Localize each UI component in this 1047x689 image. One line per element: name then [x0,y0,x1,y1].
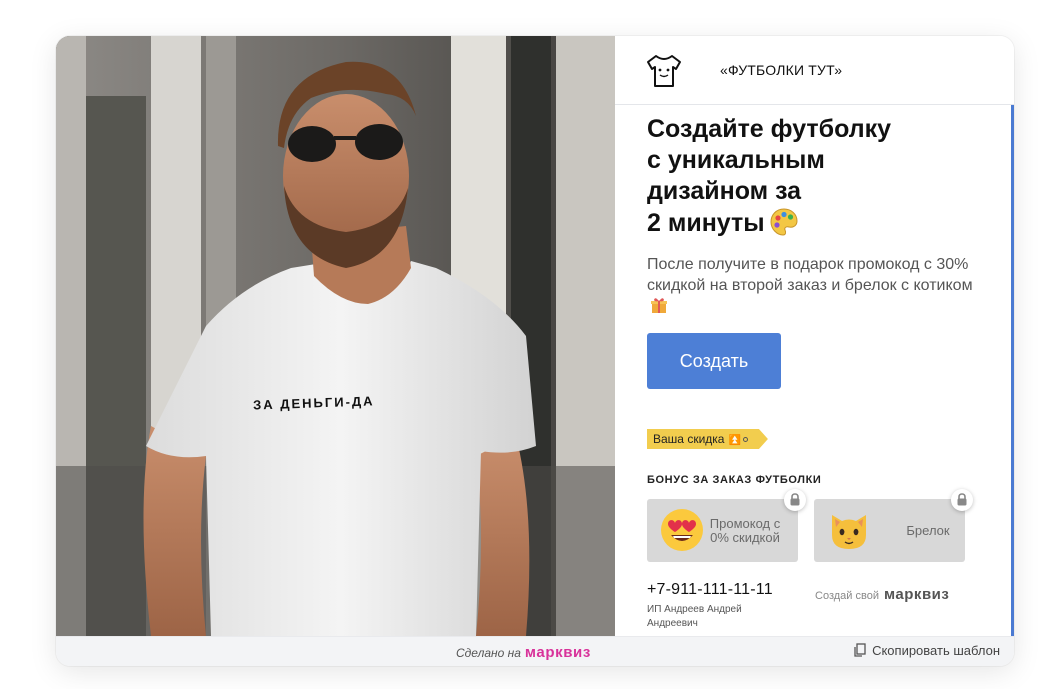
owner-name: ИП Андреев Андрей Андреевич [647,604,742,629]
lock-icon [784,489,806,511]
marquiz-logo: марквиз [884,586,950,603]
headline-line: 2 минуты [647,209,765,237]
discount-badge-label: Ваша скидка [653,432,725,446]
bonus-card-label: Промокод с 0% скидкой [699,517,791,545]
copy-icon [854,643,866,660]
bonus-card-keychain[interactable]: Брелок [814,489,973,562]
bonus-card-label: Брелок [906,523,950,538]
header-bar: «ФУТБОЛКИ ТУТ» [615,36,1014,105]
brand-name: «ФУТБОЛКИ ТУТ» [720,62,843,78]
bonus-title: БОНУС ЗА ЗАКАЗ ФУТБОЛКИ [647,474,822,486]
create-own-link[interactable]: Создай свой марквиз [815,586,949,603]
headline-line: с уникальным [647,146,825,174]
quiz-card: ЗА ДЕНЬГИ-ДА «ФУТБОЛКИ ТУТ» Создайте фут… [56,36,1014,666]
copy-template-button[interactable]: Скопировать шаблон [854,643,1000,660]
create-button[interactable]: Создать [647,333,781,389]
dot-icon [743,437,748,442]
content-panel: «ФУТБОЛКИ ТУТ» Создайте футболку с уника… [615,36,1014,636]
marquiz-footer-logo: марквиз [524,644,591,661]
copy-template-label: Скопировать шаблон [872,643,1000,658]
gift-emoji [650,296,668,320]
man-in-tshirt-image: ЗА ДЕНЬГИ-ДА [56,36,615,636]
double-chevron-up-icon: ⏫ [728,435,741,446]
subtext-text: После получите в подарок промокод с 30% … [647,256,973,294]
subtext: После получите в подарок промокод с 30% … [647,254,987,320]
footer: Сделано на марквиз Скопировать шаблон [56,636,1014,666]
cat-emoji [826,507,872,558]
headline-line: Создайте футболку [647,115,892,143]
made-on-link[interactable]: Сделано на марквиз [456,644,591,661]
headline-line: дизайном за [647,177,802,205]
made-on-text: Сделано на [456,646,521,660]
bonus-card-label-line: 0% скидкой [710,530,780,545]
bonus-card-promocode[interactable]: Промокод с 0% скидкой [647,489,806,562]
lock-icon [951,489,973,511]
headline: Создайте футболку с уникальным дизайном … [647,114,967,245]
scrollbar[interactable] [1011,104,1014,636]
tshirt-icon [647,55,681,87]
create-own-text: Создай свой [815,590,879,602]
discount-badge: Ваша скидка ⏫ [647,429,768,449]
phone-number[interactable]: +7-911-111-11-11 [647,581,773,599]
palette-emoji [769,207,799,245]
bonus-card-label-line: Промокод с [709,516,781,531]
hero-photo: ЗА ДЕНЬГИ-ДА [56,36,615,636]
